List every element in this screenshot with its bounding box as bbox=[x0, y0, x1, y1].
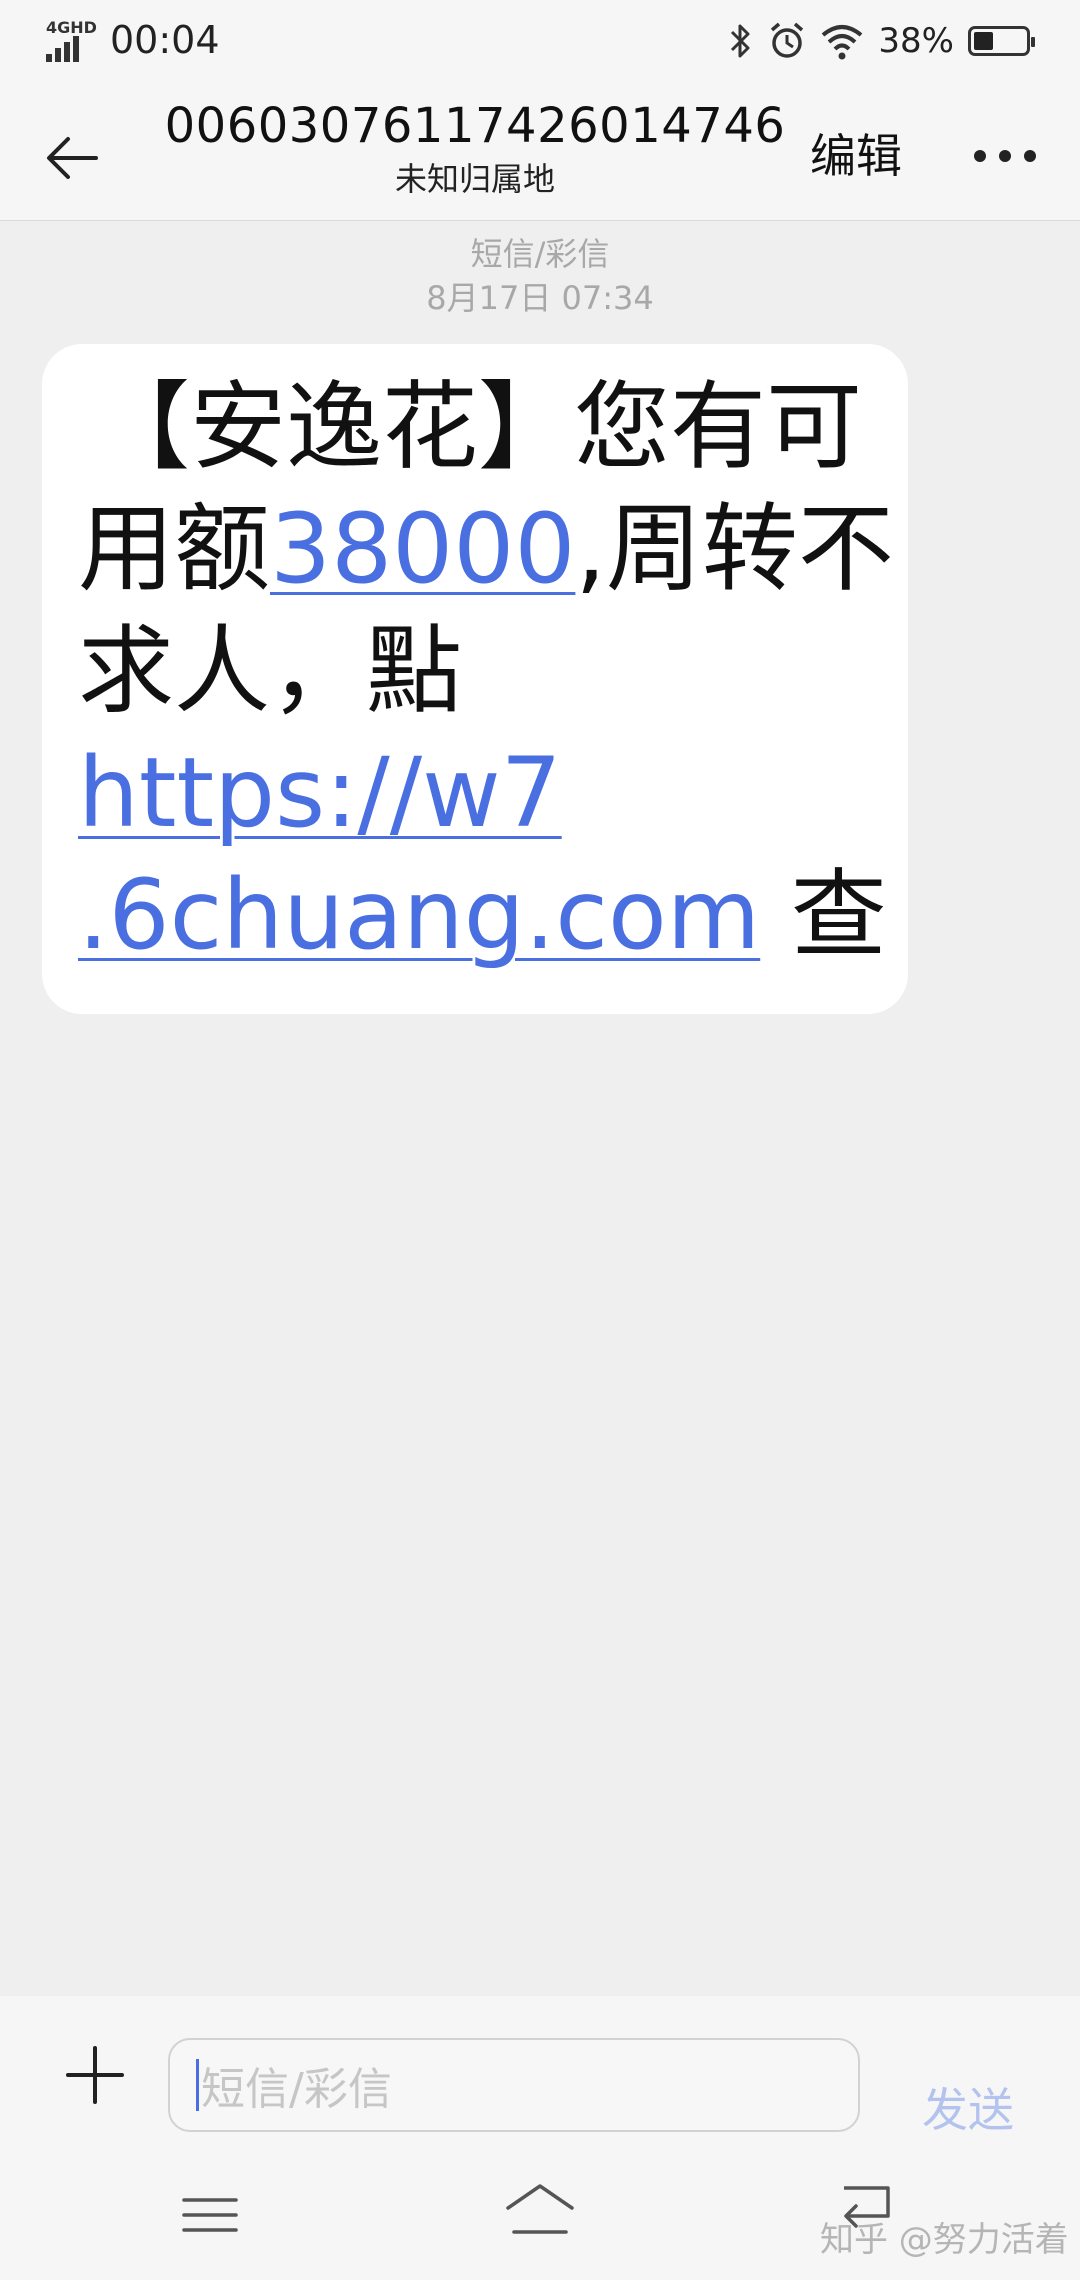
message-bubble[interactable]: 【安逸花】您有可 用额38000,周转不 求人，點 https://w7 .6c… bbox=[42, 344, 908, 1014]
more-icon[interactable] bbox=[970, 136, 1040, 176]
wifi-icon bbox=[822, 25, 863, 60]
text-caret bbox=[196, 2059, 199, 2111]
status-time: 00:04 bbox=[110, 18, 220, 62]
message-line: 求人，點 bbox=[78, 615, 462, 727]
message-type-label: 短信/彩信 bbox=[470, 235, 610, 273]
message-line: .6chuang.com 查 bbox=[78, 854, 887, 976]
message-line: 用额38000,周转不 bbox=[78, 488, 894, 610]
bluetooth-icon bbox=[731, 24, 750, 58]
back-arrow-icon[interactable] bbox=[36, 120, 112, 196]
battery-percent: 38% bbox=[878, 21, 954, 61]
send-button[interactable]: 发送 bbox=[922, 2074, 1014, 2140]
status-right: 38% bbox=[728, 16, 1035, 66]
conversation-header: 00603076117426014746 未知归属地 编辑 bbox=[0, 84, 1080, 221]
navigation-bar: 知乎 @努力活着 bbox=[0, 2156, 1080, 2280]
message-timestamp: 8月17日 07:34 bbox=[426, 279, 654, 317]
signal-icon: 4GHD bbox=[46, 18, 100, 62]
home-icon[interactable] bbox=[500, 2180, 580, 2240]
menu-icon[interactable] bbox=[180, 2190, 240, 2240]
thread-meta: 短信/彩信 8月17日 07:34 bbox=[0, 232, 1080, 320]
contact-location: 未知归属地 bbox=[394, 160, 555, 198]
plus-icon[interactable] bbox=[62, 2042, 128, 2108]
contact-title: 00603076117426014746 未知归属地 bbox=[150, 98, 800, 200]
amount-link[interactable]: 38000 bbox=[270, 493, 575, 605]
alarm-icon bbox=[771, 22, 804, 58]
message-input[interactable]: 短信/彩信 bbox=[168, 2038, 860, 2132]
network-type: 4GHD bbox=[46, 18, 97, 37]
status-bar: 4GHD 00:04 38% bbox=[0, 0, 1080, 84]
message-text: ,周转不 bbox=[575, 493, 894, 605]
url-link[interactable]: .6chuang.com bbox=[78, 859, 760, 971]
watermark: 知乎 @努力活着 bbox=[820, 2220, 1069, 2260]
battery-icon bbox=[968, 26, 1035, 56]
message-line: 【安逸花】您有可 bbox=[94, 371, 862, 483]
url-link[interactable]: https://w7 bbox=[78, 737, 562, 849]
compose-bar: 短信/彩信 发送 bbox=[0, 1996, 1080, 2156]
input-placeholder: 短信/彩信 bbox=[201, 2064, 392, 2115]
message-text: 用额 bbox=[78, 493, 270, 605]
edit-button[interactable]: 编辑 bbox=[810, 120, 902, 186]
contact-number: 00603076117426014746 bbox=[164, 98, 786, 154]
message-text: 查 bbox=[760, 859, 887, 971]
message-line: https://w7 bbox=[78, 732, 872, 854]
